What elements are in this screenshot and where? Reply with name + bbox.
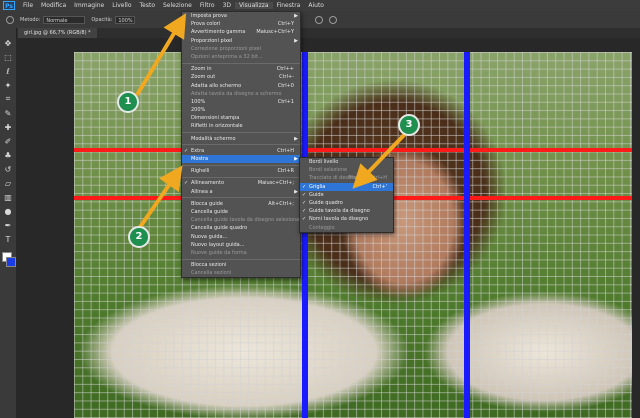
arrow-3 [352,131,408,189]
arrow-1 [135,13,187,97]
step-badge-3: 3 [398,114,420,136]
arrow-2 [136,165,183,232]
step-badge-2: 2 [128,226,150,248]
annotation-arrows [135,13,408,232]
step-badge-1: 1 [117,91,139,113]
